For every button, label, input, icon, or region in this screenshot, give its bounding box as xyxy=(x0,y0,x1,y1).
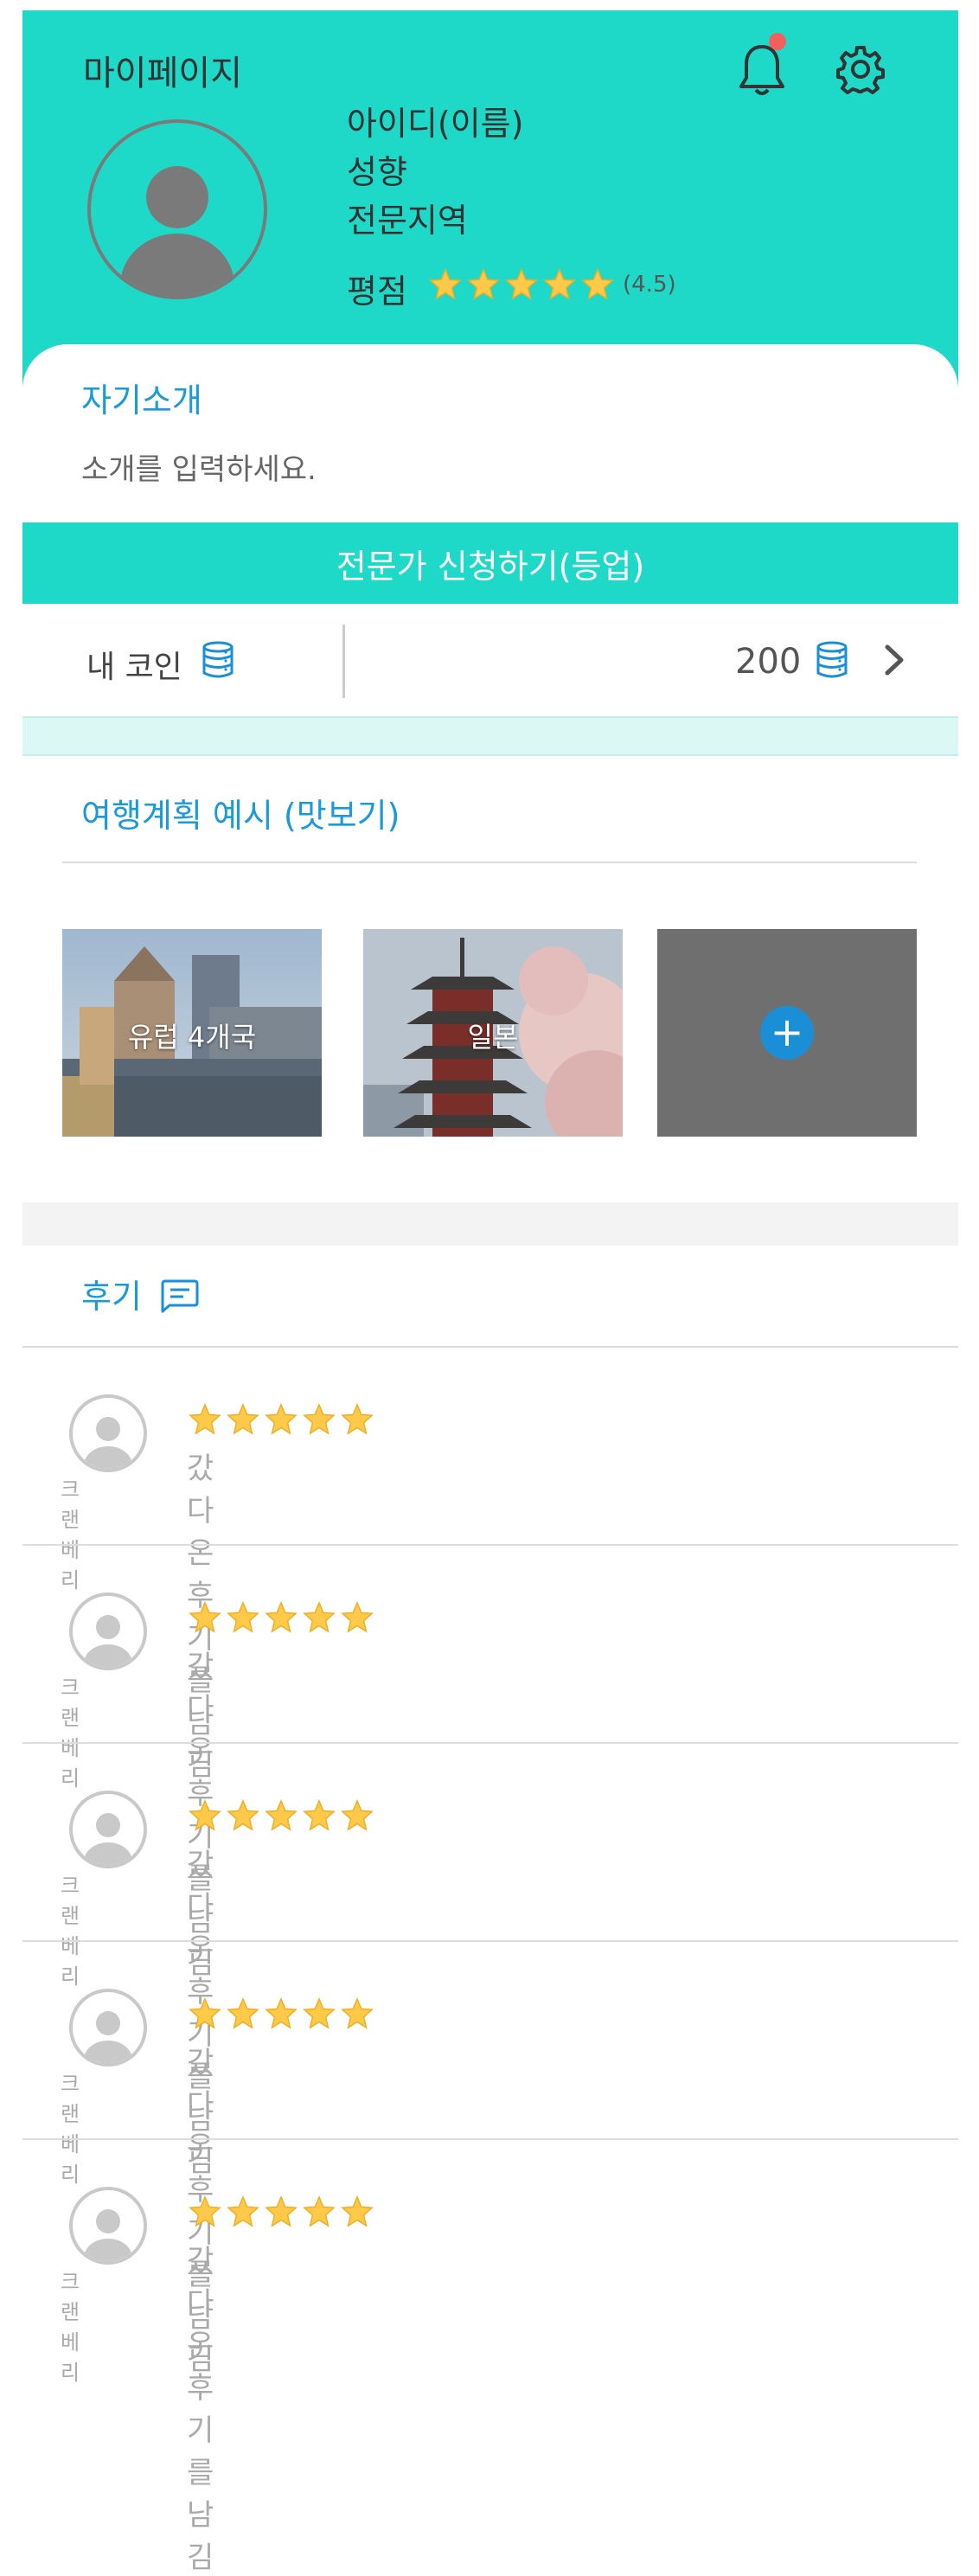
star-icon xyxy=(341,1997,374,2029)
bell-icon[interactable] xyxy=(737,42,787,99)
review-divider xyxy=(22,1544,958,1546)
plan-tile-caption: 유럽 4개국 xyxy=(127,1021,257,1054)
star-icon xyxy=(429,268,462,300)
star-icon xyxy=(227,1403,259,1435)
coin-value: 200 xyxy=(735,642,802,682)
star-icon xyxy=(341,1601,374,1633)
review-divider xyxy=(22,1940,958,1942)
review-divider xyxy=(22,1742,958,1744)
reviewer-name: 크랜베리 xyxy=(61,1477,80,1592)
reviewer-avatar xyxy=(69,1989,147,2067)
database-icon xyxy=(815,640,849,683)
star-icon xyxy=(265,1403,298,1435)
review-stars xyxy=(189,1403,374,1436)
star-icon xyxy=(303,1997,336,2029)
apply-expert-button[interactable]: 전문가 신청하기(등업) xyxy=(22,522,958,604)
star-icon xyxy=(227,2195,259,2227)
profile-region: 전문지역 xyxy=(347,202,468,240)
add-plan-button[interactable]: + xyxy=(657,929,917,1137)
star-icon xyxy=(227,1997,259,2029)
section-separator xyxy=(22,1202,958,1246)
reviewer-avatar xyxy=(69,1394,147,1472)
reviewer-avatar xyxy=(69,1791,147,1868)
profile-id-name: 아이디(이름) xyxy=(347,105,524,143)
plan-section-label: 여행계획 예시 (맛보기) xyxy=(81,797,400,835)
star-icon xyxy=(303,1403,336,1435)
star-icon xyxy=(265,1997,298,2029)
star-icon xyxy=(581,268,614,300)
rating-value: (4.5) xyxy=(623,272,676,298)
star-icon xyxy=(265,1799,298,1831)
plan-divider xyxy=(62,862,917,863)
review-stars xyxy=(189,2195,374,2228)
review-divider xyxy=(22,1346,958,1348)
reviewer-avatar xyxy=(69,2187,147,2265)
review-stars xyxy=(189,1997,374,2030)
intro-label: 자기소개 xyxy=(81,381,202,420)
star-icon xyxy=(227,1601,259,1633)
reviewer-name: 크랜베리 xyxy=(61,1874,80,1989)
star-icon xyxy=(505,268,538,300)
review-section-label: 후기 xyxy=(81,1278,142,1316)
intro-text[interactable]: 소개를 입력하세요. xyxy=(81,445,317,488)
star-icon xyxy=(265,2195,298,2227)
chat-icon xyxy=(159,1278,201,1313)
reviewer-avatar xyxy=(69,1592,147,1670)
page-title: 마이페이지 xyxy=(83,54,242,93)
star-icon xyxy=(189,2195,221,2227)
profile-avatar[interactable] xyxy=(87,119,267,299)
plan-tile-europe[interactable]: 유럽 4개국 xyxy=(62,929,322,1137)
review-stars xyxy=(189,1601,374,1634)
star-icon xyxy=(341,1403,374,1435)
database-icon xyxy=(201,640,235,683)
star-icon xyxy=(189,1403,221,1435)
rating-stars xyxy=(429,268,614,301)
star-icon xyxy=(303,1799,336,1831)
star-icon xyxy=(303,2195,336,2227)
star-icon xyxy=(467,268,500,300)
star-icon xyxy=(543,268,576,300)
star-icon xyxy=(189,1799,221,1831)
section-separator xyxy=(22,716,958,756)
reviewer-name: 크랜베리 xyxy=(61,1676,80,1791)
star-icon xyxy=(227,1799,259,1831)
star-icon xyxy=(265,1601,298,1633)
star-icon xyxy=(303,1601,336,1633)
review-stars xyxy=(189,1799,374,1832)
reviewer-name: 크랜베리 xyxy=(61,2270,80,2385)
plan-tile-japan[interactable]: 일본 xyxy=(363,929,623,1137)
plus-icon: + xyxy=(760,1006,814,1060)
rating-label: 평점 xyxy=(347,272,407,311)
gear-icon[interactable] xyxy=(835,43,886,95)
notification-dot xyxy=(769,33,786,50)
star-icon xyxy=(189,1997,221,2029)
profile-tendency: 성향 xyxy=(347,153,407,191)
reviewer-name: 크랜베리 xyxy=(61,2072,80,2187)
coin-label: 내 코인 xyxy=(86,650,182,685)
star-icon xyxy=(341,2195,374,2227)
star-icon xyxy=(341,1799,374,1831)
review-divider xyxy=(22,2138,958,2140)
star-icon xyxy=(189,1601,221,1633)
review-text: 갔다온 후기를 남김 xyxy=(187,2244,214,2575)
coin-divider xyxy=(342,625,345,698)
chevron-right-icon[interactable] xyxy=(879,640,910,680)
plan-tile-caption: 일본 xyxy=(467,1021,519,1054)
